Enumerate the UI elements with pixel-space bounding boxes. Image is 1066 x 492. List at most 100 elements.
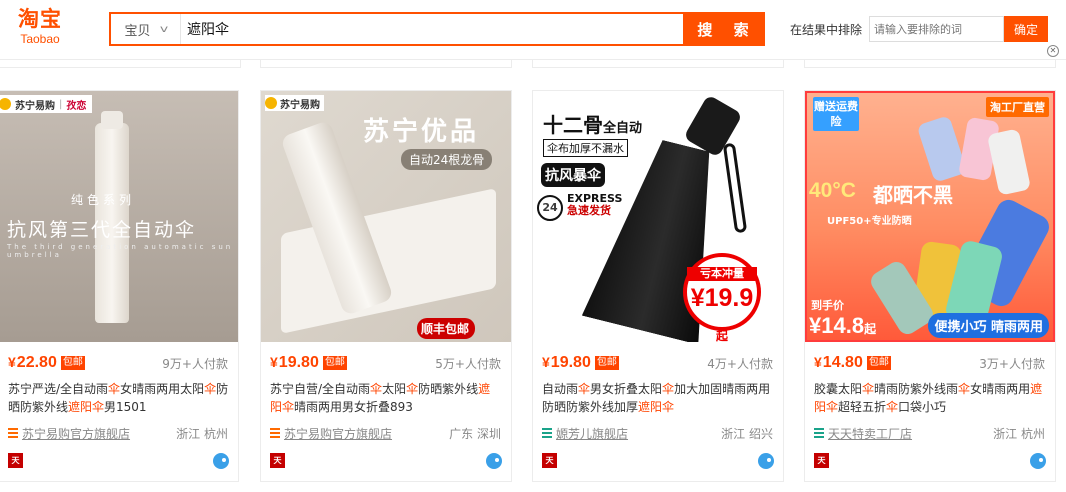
search-bar: 宝贝 v 搜 索 xyxy=(109,12,765,46)
title-text: 超轻五折 xyxy=(838,400,887,414)
shop-row: 嫄芳儿旗舰店 浙江 绍兴 xyxy=(542,424,773,442)
search-category-dropdown[interactable]: 宝贝 v xyxy=(111,14,181,44)
promo-price-suffix: 起 xyxy=(715,329,728,342)
sales-count: 3万+人付款 xyxy=(979,356,1045,371)
product-title-link[interactable]: 苏宁严选/全自动雨伞女晴雨两用太阳伞防晒防紫外线遮阳伞男1501 xyxy=(8,380,229,416)
price: ¥14.80 xyxy=(814,354,863,372)
badge-row: 天 xyxy=(8,451,229,471)
free-shipping-badge: 包邮 xyxy=(60,356,85,370)
title-highlight: 伞 xyxy=(578,382,591,396)
currency-symbol: ¥ xyxy=(814,354,822,370)
wangwang-chat-icon[interactable] xyxy=(213,453,229,469)
exclude-input[interactable] xyxy=(869,16,1004,42)
image-headline: 都晒不黑 xyxy=(873,183,953,207)
final-price: ¥14.8起 xyxy=(809,313,876,339)
headline-main: 十二骨 xyxy=(543,113,603,137)
price-row: ¥19.80 包邮 4万+人付款 xyxy=(542,353,773,373)
freight-insurance-badge: 赠送运费险 xyxy=(813,97,859,131)
brand-name: 苏宁易购 xyxy=(280,99,320,111)
currency-symbol: ¥ xyxy=(270,354,278,370)
tmall-icon[interactable]: 天 xyxy=(814,453,829,468)
product-title-link[interactable]: 胶囊太阳伞晴雨防紫外线雨伞女晴雨两用遮阳伞超轻五折伞口袋小巧 xyxy=(814,380,1046,416)
image-subtext: UPF50+专业防晒 xyxy=(827,216,912,227)
product-card[interactable]: 十二骨全自动 伞布加厚不漏水 抗风暴伞 24 EXPRESS 急速发货 亏本冲量 … xyxy=(532,90,784,482)
shop-name-link[interactable]: 苏宁易购官方旗舰店 xyxy=(284,425,392,442)
price-row: ¥19.80 包邮 5万+人付款 xyxy=(270,353,501,373)
shop-name-link[interactable]: 天天特卖工厂店 xyxy=(828,425,912,442)
search-button[interactable]: 搜 索 xyxy=(683,14,763,44)
suning-logo-icon xyxy=(0,98,11,110)
shop-row: 苏宁易购官方旗舰店 广东 深圳 xyxy=(270,424,501,442)
title-text: 男女折叠太阳 xyxy=(590,382,663,396)
product-image[interactable]: 苏宁易购 | 孜恋 纯色系列 抗风第三代全自动伞 The third gener… xyxy=(0,91,238,342)
24-hour-icon: 24 xyxy=(537,195,563,221)
title-text: 苏宁自营/全自动雨 xyxy=(270,382,371,396)
tmall-icon[interactable]: 天 xyxy=(8,453,23,468)
taobao-logo[interactable]: 淘宝 Taobao xyxy=(10,6,70,50)
exclude-label: 在结果中排除 xyxy=(790,23,863,37)
price-row: ¥14.80 包邮 3万+人付款 xyxy=(814,353,1045,373)
free-shipping-badge: 包邮 xyxy=(322,356,347,370)
image-subtext: 伞布加厚不漏水 xyxy=(543,139,628,157)
title-text: 女晴雨两用太阳 xyxy=(120,382,205,396)
suning-logo-icon xyxy=(265,97,277,109)
factory-badge: 淘工厂直营 xyxy=(986,97,1049,117)
image-pill-text: 自动24根龙骨 xyxy=(401,149,493,170)
shop-row: 苏宁易购官方旗舰店 浙江 杭州 xyxy=(8,424,228,442)
promo-title: 亏本冲量 xyxy=(687,267,757,281)
currency-symbol: ¥ xyxy=(542,354,550,370)
product-card[interactable]: 苏宁易购 | 孜恋 纯色系列 抗风第三代全自动伞 The third gener… xyxy=(0,90,239,482)
shop-location: 浙江 绍兴 xyxy=(721,426,773,441)
tmall-icon[interactable]: 天 xyxy=(270,453,285,468)
product-image[interactable]: 十二骨全自动 伞布加厚不漏水 抗风暴伞 24 EXPRESS 急速发货 亏本冲量 … xyxy=(533,91,783,342)
sales-count: 9万+人付款 xyxy=(162,356,228,371)
badge-row: 天 xyxy=(542,451,774,471)
sales-count: 4万+人付款 xyxy=(707,356,773,371)
sales-count: 5万+人付款 xyxy=(435,356,501,371)
wangwang-chat-icon[interactable] xyxy=(486,453,502,469)
badge-row: 天 xyxy=(814,451,1046,471)
chevron-down-icon: v xyxy=(159,23,168,35)
price: ¥19.80 xyxy=(270,354,319,372)
price-value: 14.80 xyxy=(822,354,863,371)
price-value: 19.80 xyxy=(278,354,319,371)
express-label: EXPRESS 急速发货 xyxy=(567,193,622,217)
title-text: 男1501 xyxy=(104,400,147,414)
shop-name-link[interactable]: 苏宁易购官方旗舰店 xyxy=(22,425,130,442)
title-highlight: 遮阳伞 xyxy=(68,400,105,414)
headline-small: 全自动 xyxy=(603,121,643,136)
title-text: 胶囊太阳 xyxy=(814,382,863,396)
brand-name: 苏宁易购 xyxy=(15,100,55,112)
shop-name-link[interactable]: 嫄芳儿旗舰店 xyxy=(556,425,628,442)
title-highlight: 伞 xyxy=(108,382,121,396)
exclude-confirm-button[interactable]: 确定 xyxy=(1004,16,1048,42)
title-highlight: 伞 xyxy=(204,382,217,396)
price-value: 22.80 xyxy=(16,354,57,371)
product-card[interactable]: 赠送运费险 淘工厂直营 40°C 都晒不黑 UPF50+专业防晒 到手价 ¥14… xyxy=(804,90,1056,482)
shop-row: 天天特卖工厂店 浙江 杭州 xyxy=(814,424,1045,442)
shop-icon xyxy=(542,428,552,438)
wangwang-chat-icon[interactable] xyxy=(758,453,774,469)
badge-row: 天 xyxy=(270,451,502,471)
product-image[interactable]: 苏宁易购 苏宁优品 自动24根龙骨 顺丰包邮 xyxy=(261,91,511,342)
free-shipping-badge: 包邮 xyxy=(866,356,891,370)
title-highlight: 遮阳伞 xyxy=(638,400,675,414)
title-text: 口袋小巧 xyxy=(898,400,947,414)
wangwang-chat-icon[interactable] xyxy=(1030,453,1046,469)
product-title-link[interactable]: 自动雨伞男女折叠太阳伞加大加固晴雨两用防晒防紫外线加厚遮阳伞 xyxy=(542,380,774,416)
title-highlight: 伞 xyxy=(958,382,971,396)
title-text: 自动雨 xyxy=(542,382,579,396)
title-highlight: 伞 xyxy=(370,382,383,396)
product-card[interactable]: 苏宁易购 苏宁优品 自动24根龙骨 顺丰包邮 ¥19.80 包邮 5万+人付款 … xyxy=(260,90,512,482)
free-shipping-badge: 包邮 xyxy=(594,356,619,370)
shop-icon xyxy=(8,428,18,438)
top-header: 淘宝 Taobao 宝贝 v 搜 索 在结果中排除 确定 ✕ xyxy=(0,0,1066,60)
currency-symbol: ¥ xyxy=(8,354,16,370)
product-image[interactable]: 赠送运费险 淘工厂直营 40°C 都晒不黑 UPF50+专业防晒 到手价 ¥14… xyxy=(805,91,1055,342)
close-icon[interactable]: ✕ xyxy=(1047,45,1059,57)
product-title-link[interactable]: 苏宁自营/全自动雨伞太阳伞防晒紫外线遮阳伞晴雨两用男女折叠893 xyxy=(270,380,502,416)
image-feature-badge: 抗风暴伞 xyxy=(541,163,605,187)
search-input[interactable] xyxy=(181,14,683,44)
tmall-icon[interactable]: 天 xyxy=(542,453,557,468)
title-highlight: 伞 xyxy=(886,400,899,414)
